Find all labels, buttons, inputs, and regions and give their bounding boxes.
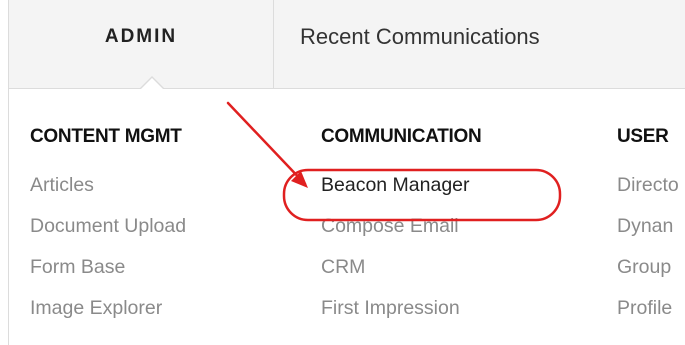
menu-item-image-explorer[interactable]: Image Explorer (30, 289, 186, 330)
column-heading-communication: COMMUNICATION (321, 126, 482, 147)
menu-column-content-mgmt: CONTENT MGMT Articles Document Upload Fo… (30, 126, 186, 330)
menu-item-document-upload[interactable]: Document Upload (30, 207, 186, 248)
menu-item-directory[interactable]: Directo (617, 166, 679, 207)
menu-item-beacon-manager[interactable]: Beacon Manager (321, 166, 481, 207)
column-heading-user: USER (617, 126, 669, 147)
menu-item-compose-email[interactable]: Compose Email (321, 207, 481, 248)
menu-item-form-base[interactable]: Form Base (30, 248, 186, 289)
active-tab-caret-fill (140, 78, 164, 90)
menu-item-dynamic[interactable]: Dynan (617, 207, 679, 248)
menu-item-first-impression[interactable]: First Impression (321, 289, 481, 330)
menu-column-communication: COMMUNICATION Beacon Manager Compose Ema… (321, 126, 482, 330)
top-nav-bar: ADMIN Recent Communications (9, 0, 685, 90)
tab-admin[interactable]: ADMIN (9, 0, 274, 88)
menu-column-user: USER Directo Dynan Group Profile (617, 126, 679, 330)
menu-item-crm[interactable]: CRM (321, 248, 481, 289)
column-heading-content-mgmt: CONTENT MGMT (30, 126, 182, 147)
menu-item-groups[interactable]: Group (617, 248, 679, 289)
tab-recent-communications[interactable]: Recent Communications (274, 0, 685, 88)
admin-menu-window: ADMIN Recent Communications CONTENT MGMT… (8, 0, 685, 345)
menu-item-profile[interactable]: Profile (617, 289, 679, 330)
menu-item-articles[interactable]: Articles (30, 166, 186, 207)
